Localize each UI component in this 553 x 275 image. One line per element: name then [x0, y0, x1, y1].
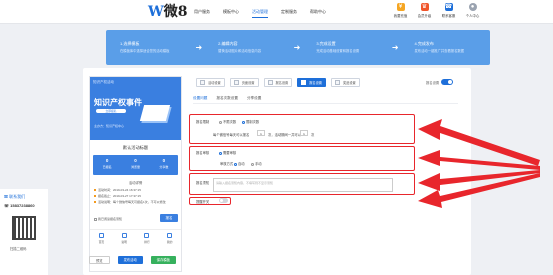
annotation-arrows — [418, 119, 540, 208]
